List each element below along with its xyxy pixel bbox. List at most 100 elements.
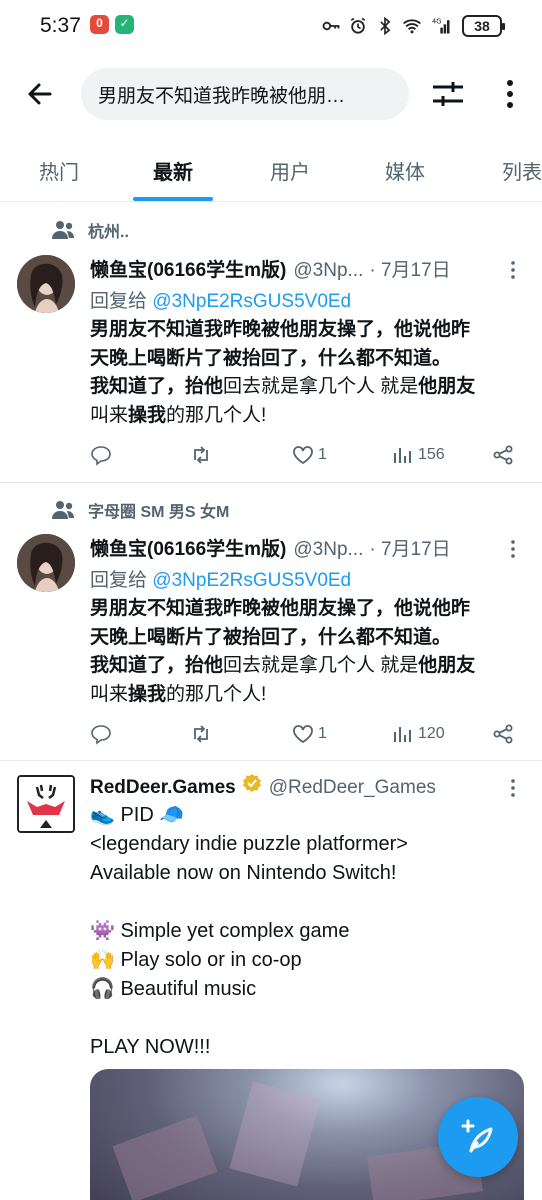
tweet[interactable]: 字母圈 SM 男S 女M 懒鱼宝(06166学生m版) @3Np... · 7月… [0,483,542,761]
reply-context: 回复给 @3NpE2RsGUS5V0Ed [90,565,351,592]
author-handle[interactable]: @3Np... [293,260,363,282]
tab-top-label: 热门 [39,162,79,184]
tweet-text-plain: 回去就是拿几个人 就是 [223,655,419,676]
tab-latest[interactable]: 最新 [133,138,213,201]
share-button[interactable] [492,441,514,469]
like-count: 1 [318,446,327,463]
community-icon [52,221,74,239]
tweet-header: 懒鱼宝(06166学生m版) @3Np... · 7月17日 [90,534,482,561]
author-handle[interactable]: @RedDeer_Games [269,777,436,799]
tab-top[interactable]: 热门 [30,138,88,201]
search-tabs: 热门 最新 用户 媒体 列表 [0,138,542,202]
tweet-text-bold: 他朋友 [418,655,476,676]
community-icon [52,501,74,519]
wifi-icon [403,19,421,34]
tweet-header: 懒鱼宝(06166学生m版) @3Np... · 7月17日 [90,255,482,282]
reply-icon [91,725,111,745]
avatar[interactable] [17,534,75,592]
views-button[interactable]: 120 [392,720,445,748]
tweet-text-line: 🎧 Beautiful music [90,978,257,1000]
back-arrow-icon[interactable] [22,76,58,112]
tweet-date[interactable]: · 7月17日 [369,255,450,282]
retweet-icon [194,446,208,464]
svg-text:4G: 4G [432,18,441,26]
views-icon [394,448,411,463]
tweet-date[interactable]: · 7月17日 [369,534,450,561]
tweet-text-line: <legendary indie puzzle platformer> [90,833,408,855]
tweet-text-bold: 我知道了，抬他 [90,376,224,397]
status-bar: 5:37 0 ✓ 4G 38 [0,0,542,54]
community-name: 字母圈 SM 男S 女M [88,504,230,521]
tab-active-indicator [133,197,213,201]
retweet-button[interactable] [190,720,212,748]
verified-badge-icon [242,774,261,792]
filter-icon[interactable] [431,78,465,110]
reply-mention[interactable]: @3NpE2RsGUS5V0Ed [152,291,351,312]
tweet-actions: 1 156 [90,441,522,469]
compose-button[interactable] [438,1097,518,1177]
author-handle[interactable]: @3Np... [293,539,363,561]
compose-icon [461,1119,493,1153]
community-label[interactable]: 杭州.. [52,218,129,242]
tweet-text-plain: 叫来 [90,683,129,705]
status-icons: 4G 38 [321,13,505,39]
status-time: 5:37 [40,14,81,37]
tweet-text: 男朋友不知道我昨晚被他朋友操了，他说他昨 天晚上喝断片了被抬回了，什么都不知道。… [90,316,530,430]
tweet-text-plain: 的那几个人! [166,404,267,426]
more-options-icon[interactable] [506,777,520,799]
tweet-text-line: PLAY NOW!!! [90,1036,211,1058]
tab-people[interactable]: 用户 [262,138,318,201]
reply-button[interactable] [90,720,112,748]
tab-media-label: 媒体 [385,162,425,184]
reply-button[interactable] [90,441,112,469]
search-input[interactable]: 男朋友不知道我昨晚被他朋… [81,68,409,120]
retweet-button[interactable] [190,441,212,469]
tab-latest-label: 最新 [153,162,193,184]
reply-mention[interactable]: @3NpE2RsGUS5V0Ed [152,570,351,591]
tweet-text-bold: 我知道了，抬他 [90,655,224,676]
tweet-text-line: 天晚上喝断片了被抬回了，什么都不知道。 [90,347,452,369]
search-top-bar: 男朋友不知道我昨晚被他朋… [0,66,542,122]
author-name[interactable]: RedDeer.Games [90,777,236,799]
like-icon [293,725,313,744]
tab-people-label: 用户 [270,162,310,184]
like-count: 1 [318,725,327,742]
avatar[interactable] [17,255,75,313]
like-icon [293,446,313,465]
notification-app-icon: 0 [90,15,109,34]
like-button[interactable]: 1 [292,720,327,748]
tweet-text-line: 🙌 Play solo or in co-op [90,949,302,971]
tab-media[interactable]: 媒体 [377,138,433,201]
bluetooth-icon [380,16,391,36]
tweet[interactable]: 杭州.. 懒鱼宝(06166学生m版) @3Np... · 7月17日 回复给 … [0,203,542,483]
tweet-text-line: 天晚上喝断片了被抬回了，什么都不知道。 [90,626,452,648]
reply-icon [91,446,111,466]
tweet-text-plain: 叫来 [90,404,129,426]
more-options-icon[interactable] [506,538,520,560]
tweet-text-bold: 操我 [128,683,167,705]
search-query: 男朋友不知道我昨晚被他朋… [98,85,346,107]
author-name[interactable]: 懒鱼宝(06166学生m版) [90,255,286,282]
community-name: 杭州.. [88,224,129,241]
reply-prefix: 回复给 [90,291,148,312]
author-name[interactable]: 懒鱼宝(06166学生m版) [90,534,286,561]
tab-lists-label: 列表 [502,162,542,184]
tab-lists[interactable]: 列表 [494,138,542,201]
share-button[interactable] [492,720,514,748]
share-icon [493,445,513,465]
tweet-text-line: 男朋友不知道我昨晚被他朋友操了，他说他昨 [90,319,471,340]
tweet-text-line [90,888,530,917]
more-vertical-icon[interactable] [497,78,523,110]
like-button[interactable]: 1 [292,441,327,469]
alarm-icon [350,17,366,34]
tweet-text-line: 👾 Simple yet complex game [90,920,350,942]
reddeer-logo[interactable] [17,775,75,833]
community-label[interactable]: 字母圈 SM 男S 女M [52,498,229,522]
views-button[interactable]: 156 [392,441,445,469]
tweet-text-bold: 操我 [128,404,167,426]
more-options-icon[interactable] [506,259,520,281]
media-shard [229,1081,321,1187]
views-icon [394,727,411,742]
view-count: 120 [418,725,445,742]
reply-context: 回复给 @3NpE2RsGUS5V0Ed [90,286,351,313]
